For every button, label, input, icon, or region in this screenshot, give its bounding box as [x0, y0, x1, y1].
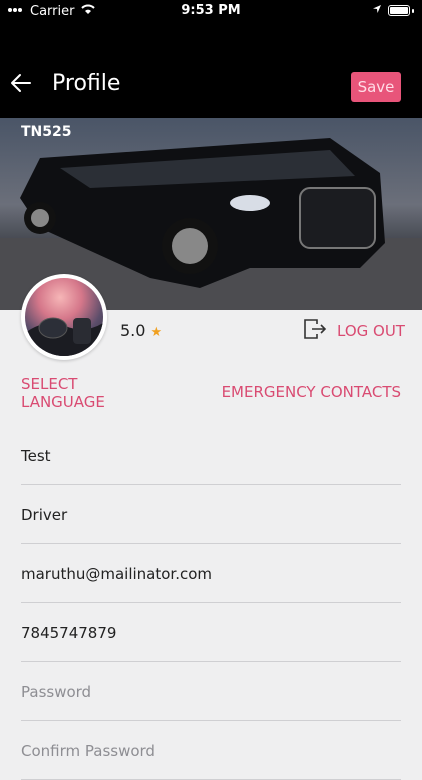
first-name-field[interactable]: Test	[21, 427, 401, 485]
email-field[interactable]: maruthu@mailinator.com	[21, 545, 401, 603]
profile-summary: 5.0 ★ LOG OUT	[0, 270, 422, 370]
logout-label: LOG OUT	[337, 322, 405, 340]
location-icon	[372, 3, 382, 18]
rating: 5.0 ★	[120, 321, 162, 340]
select-language-link[interactable]: SELECT LANGUAGE	[21, 375, 111, 411]
rating-value: 5.0	[120, 321, 146, 340]
battery-tip	[412, 8, 414, 13]
logout-button[interactable]: LOG OUT	[303, 318, 405, 344]
status-bar: Carrier 9:53 PM	[0, 0, 422, 22]
battery-icon	[388, 5, 410, 16]
emergency-contacts-link[interactable]: EMERGENCY CONTACTS	[222, 383, 401, 401]
confirm-password-field[interactable]: Confirm Password	[21, 722, 401, 780]
arrow-left-icon[interactable]	[10, 72, 32, 94]
status-time: 9:53 PM	[181, 3, 241, 18]
avatar-image	[25, 278, 103, 356]
vehicle-plate: TN525	[21, 124, 72, 140]
last-name-field[interactable]: Driver	[21, 486, 401, 544]
page-title: Profile	[52, 71, 121, 96]
phone-field[interactable]: 7845747879	[21, 604, 401, 662]
password-field[interactable]: Password	[21, 663, 401, 721]
header: Profile Save	[0, 22, 422, 118]
star-icon: ★	[150, 325, 163, 340]
logout-icon	[303, 318, 327, 344]
avatar[interactable]	[21, 274, 107, 360]
status-right	[372, 3, 414, 18]
save-button[interactable]: Save	[351, 72, 401, 102]
